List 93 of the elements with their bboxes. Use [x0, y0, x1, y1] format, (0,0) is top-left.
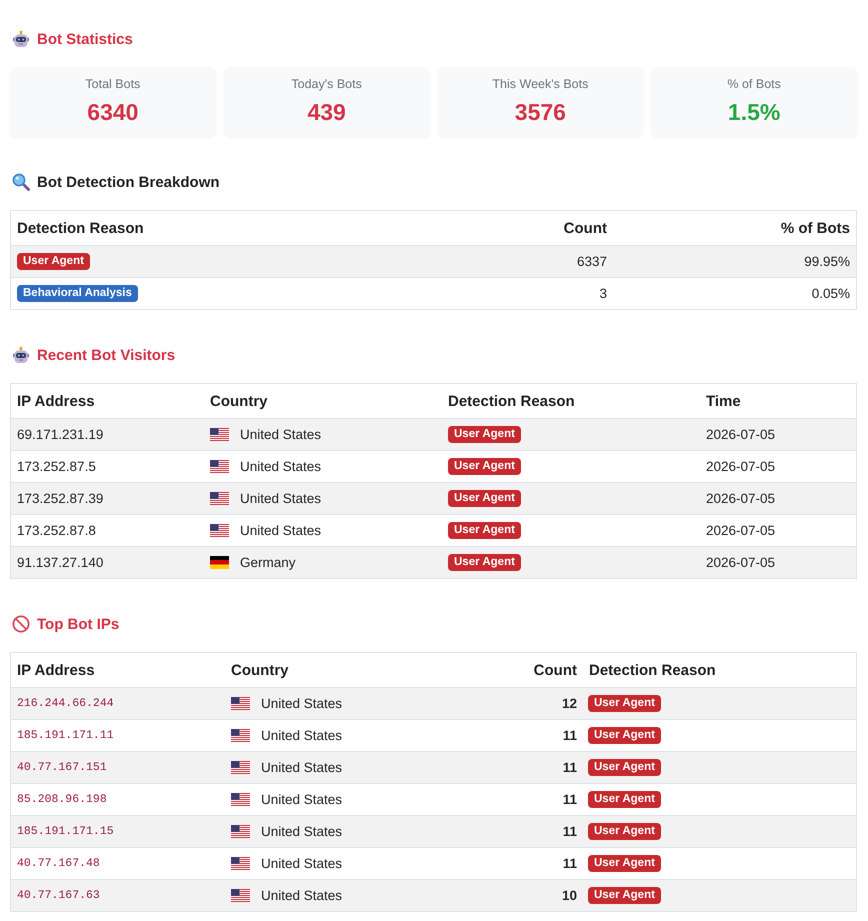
- country-name: United States: [240, 459, 322, 474]
- stat-value: 1.5%: [728, 98, 780, 126]
- table-cell: 6337: [576, 254, 607, 269]
- reason-badge: User Agent: [588, 855, 661, 872]
- table-cell: 2026-07-05: [706, 427, 776, 442]
- reason-badge: User Agent: [588, 887, 661, 904]
- reason-badge: User Agent: [588, 823, 661, 840]
- germany-flag-icon: [210, 556, 229, 569]
- table-cell: 69.171.231.19: [17, 427, 104, 442]
- us-flag-icon: [210, 492, 229, 505]
- table-cell: 173.252.87.8: [17, 523, 96, 538]
- column-header: % of Bots: [780, 220, 851, 236]
- section-title: Top Bot IPs: [37, 616, 120, 632]
- section-title: Bot Statistics: [37, 30, 133, 48]
- country-name: United States: [240, 491, 322, 506]
- search-icon: [12, 173, 30, 191]
- table-cell: 12: [562, 696, 577, 711]
- table-cell: 10: [562, 888, 577, 903]
- country-name: United States: [261, 856, 342, 871]
- column-header: Detection Reason: [16, 220, 145, 236]
- us-flag-icon: [231, 793, 250, 806]
- stat-value: 6340: [87, 98, 138, 126]
- stat-label: % of Bots: [727, 77, 781, 92]
- us-flag-icon: [210, 524, 229, 537]
- table-cell: 11: [562, 824, 577, 839]
- ip-address: 40.77.167.48: [17, 857, 100, 870]
- table-cell: 173.252.87.5: [17, 459, 96, 474]
- table-cell: 2026-07-05: [706, 459, 776, 474]
- stat-value: 439: [307, 98, 346, 126]
- stat-value: 3576: [514, 98, 566, 126]
- column-header: IP Address: [16, 392, 96, 410]
- reason-badge: User Agent: [448, 490, 521, 507]
- us-flag-icon: [231, 729, 250, 742]
- column-header: Time: [705, 392, 742, 410]
- ip-address: 185.191.171.11: [17, 729, 114, 742]
- reason-badge: User Agent: [448, 458, 521, 475]
- table-cell: 11: [562, 792, 577, 807]
- reason-badge: User Agent: [448, 426, 521, 443]
- column-header: IP Address: [16, 662, 96, 678]
- reason-badge: User Agent: [448, 554, 521, 571]
- table-cell: 11: [562, 856, 577, 871]
- reason-badge: User Agent: [588, 695, 661, 712]
- reason-badge: User Agent: [17, 253, 90, 270]
- ip-address: 185.191.171.15: [17, 825, 114, 838]
- table-cell: 11: [562, 760, 577, 775]
- column-header: Count: [532, 662, 578, 678]
- table-cell: 99.95%: [804, 254, 850, 269]
- table-cell: 0.05%: [812, 286, 850, 301]
- column-header: Country: [230, 662, 290, 678]
- stat-label: This Week's Bots: [492, 77, 588, 92]
- table-cell: 2026-07-05: [706, 491, 776, 506]
- country-name: United States: [261, 760, 342, 775]
- country-name: United States: [261, 824, 342, 839]
- us-flag-icon: [210, 460, 229, 473]
- us-flag-icon: [231, 857, 250, 870]
- column-header: Detection Reason: [588, 662, 717, 678]
- table-cell: 91.137.27.140: [17, 555, 104, 570]
- reason-badge: User Agent: [588, 727, 661, 744]
- reason-badge: Behavioral Analysis: [17, 285, 138, 302]
- table-cell: 173.252.87.39: [17, 491, 104, 506]
- column-header: Count: [562, 220, 608, 236]
- country-name: United States: [261, 696, 342, 711]
- robot-icon: [12, 346, 30, 364]
- stat-label: Today's Bots: [291, 77, 362, 92]
- table-cell: 3: [599, 286, 607, 301]
- us-flag-icon: [231, 761, 250, 774]
- country-name: United States: [261, 792, 342, 807]
- robot-icon: [12, 30, 30, 48]
- us-flag-icon: [231, 697, 250, 710]
- section-title: Recent Bot Visitors: [37, 346, 176, 364]
- country-name: United States: [240, 427, 322, 442]
- ip-address: 85.208.96.198: [17, 793, 107, 806]
- country-name: Germany: [240, 555, 296, 570]
- ip-address: 216.244.66.244: [17, 697, 114, 710]
- country-name: United States: [261, 728, 342, 743]
- ip-address: 40.77.167.63: [17, 889, 100, 902]
- table-cell: 2026-07-05: [706, 555, 776, 570]
- reason-badge: User Agent: [588, 759, 661, 776]
- section-title: Bot Detection Breakdown: [37, 174, 220, 190]
- column-header: Country: [209, 392, 268, 410]
- reason-badge: User Agent: [448, 522, 521, 539]
- stat-label: Total Bots: [85, 77, 140, 92]
- us-flag-icon: [231, 889, 250, 902]
- us-flag-icon: [231, 825, 250, 838]
- table-cell: 11: [562, 728, 577, 743]
- ip-address: 40.77.167.151: [17, 761, 107, 774]
- prohibited-icon: [12, 615, 30, 633]
- us-flag-icon: [210, 428, 229, 441]
- country-name: United States: [240, 523, 322, 538]
- column-header: Detection Reason: [447, 392, 576, 410]
- reason-badge: User Agent: [588, 791, 661, 808]
- table-cell: 2026-07-05: [706, 523, 776, 538]
- country-name: United States: [261, 888, 342, 903]
